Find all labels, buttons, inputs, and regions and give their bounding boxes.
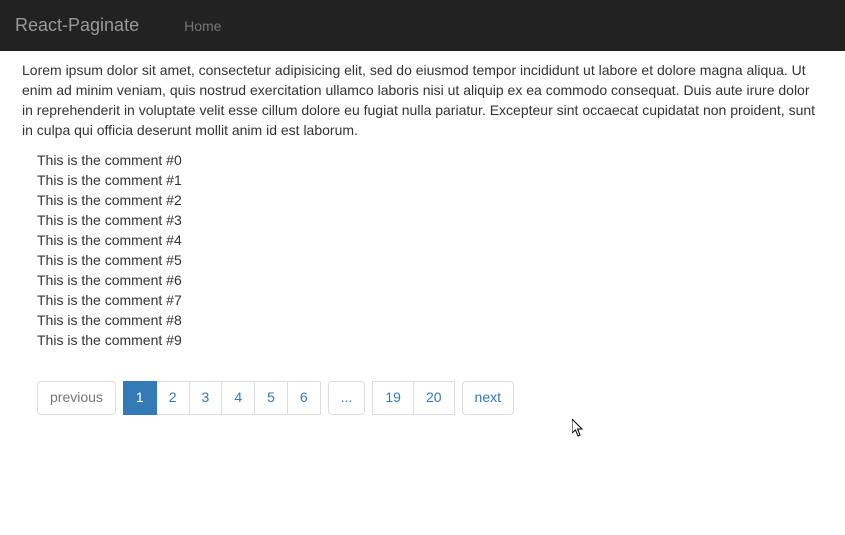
list-item: This is the comment #9 [37, 331, 823, 351]
main-container: Lorem ipsum dolor sit amet, consectetur … [0, 51, 845, 445]
list-item: This is the comment #7 [37, 291, 823, 311]
pagination-next[interactable]: next [463, 381, 514, 415]
list-item: This is the comment #3 [37, 211, 823, 231]
list-item: This is the comment #2 [37, 191, 823, 211]
pagination-page-6[interactable]: 6 [288, 381, 321, 415]
list-item: This is the comment #1 [37, 171, 823, 191]
pagination-page-19[interactable]: 19 [373, 381, 414, 415]
list-item: This is the comment #5 [37, 251, 823, 271]
pagination-page-3[interactable]: 3 [190, 381, 223, 415]
pagination: previous 1 2 3 4 5 6 ... 19 20 next [37, 381, 823, 415]
pagination-page-20[interactable]: 20 [414, 381, 455, 415]
nav-home-link[interactable]: Home [169, 3, 236, 49]
pagination-break[interactable]: ... [329, 381, 366, 415]
navbar-brand: React-Paginate [15, 0, 154, 51]
list-item: This is the comment #8 [37, 311, 823, 331]
intro-paragraph: Lorem ipsum dolor sit amet, consectetur … [22, 61, 823, 141]
pagination-page-2[interactable]: 2 [157, 381, 190, 415]
pagination-page-1[interactable]: 1 [124, 381, 157, 415]
navbar: React-Paginate Home [0, 0, 845, 51]
comments-list: This is the comment #0 This is the comme… [22, 151, 823, 351]
list-item: This is the comment #0 [37, 151, 823, 171]
pagination-page-4[interactable]: 4 [222, 381, 255, 415]
list-item: This is the comment #6 [37, 271, 823, 291]
pagination-previous[interactable]: previous [37, 381, 116, 415]
pagination-page-5[interactable]: 5 [255, 381, 288, 415]
list-item: This is the comment #4 [37, 231, 823, 251]
